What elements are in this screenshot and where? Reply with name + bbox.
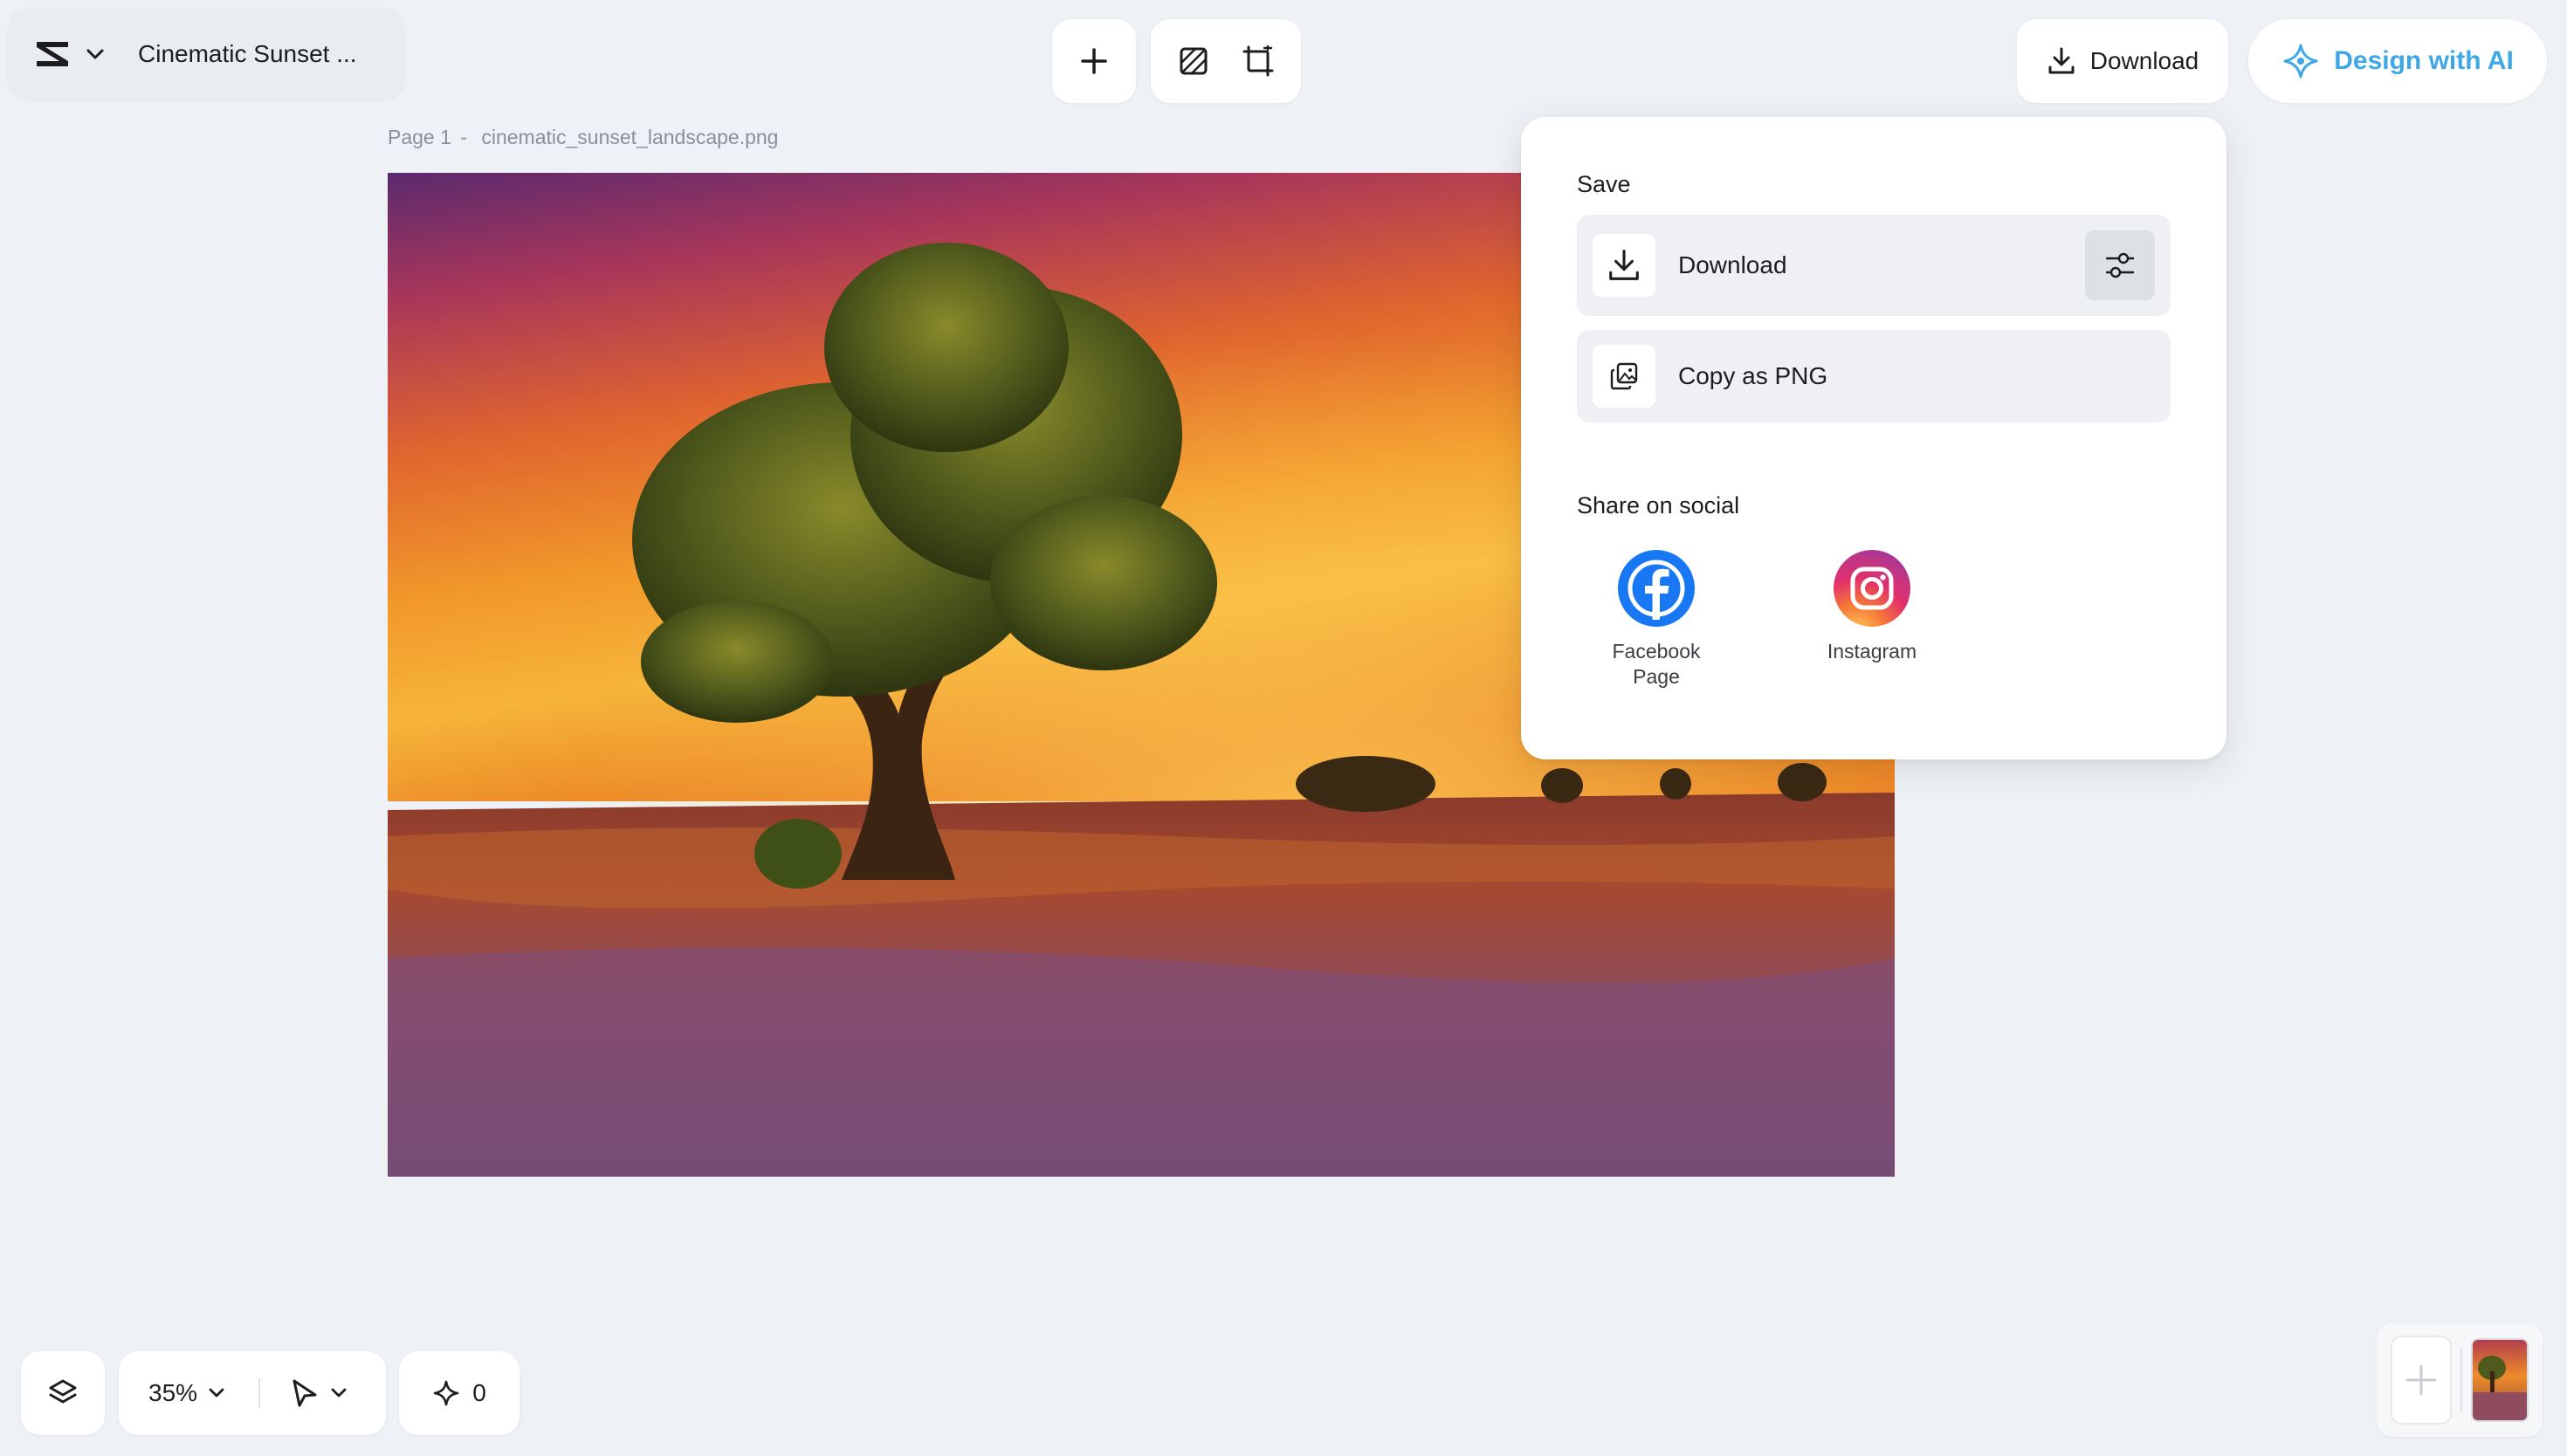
share-instagram[interactable]: Instagram: [1802, 550, 1942, 664]
copy-as-png-option[interactable]: Copy as PNG: [1577, 330, 2171, 422]
ai-credits-count: 0: [472, 1379, 486, 1406]
project-title[interactable]: Cinematic Sunset ...: [138, 40, 357, 68]
remove-background-icon[interactable]: [1178, 45, 1209, 77]
page-strip: [2377, 1323, 2543, 1437]
canvas-tools: [1151, 19, 1301, 103]
page-label: Page 1 - cinematic_sunset_landscape.png: [388, 126, 778, 149]
sparkle-icon: [432, 1379, 460, 1407]
ai-sparkle-icon: [2281, 42, 2320, 80]
zoom-and-pointer-controls: 35%: [119, 1351, 386, 1435]
layers-button[interactable]: [21, 1351, 105, 1435]
chevron-down-icon[interactable]: [86, 48, 105, 60]
facebook-page-label: Facebook Page: [1612, 640, 1701, 688]
add-page-button[interactable]: [2391, 1336, 2452, 1425]
download-option[interactable]: Download: [1577, 215, 2171, 316]
download-icon: [2047, 46, 2076, 76]
divider: [2460, 1349, 2462, 1411]
download-button-label: Download: [2089, 47, 2199, 74]
facebook-icon: [1618, 550, 1695, 627]
instagram-label: Instagram: [1827, 640, 1917, 663]
share-facebook-page[interactable]: Facebook Page: [1586, 550, 1726, 690]
copy-image-icon: [1593, 345, 1655, 408]
chevron-down-icon[interactable]: [330, 1387, 348, 1399]
zoom-level[interactable]: 35%: [148, 1379, 197, 1407]
download-icon: [1593, 234, 1655, 297]
plus-icon: [1079, 46, 1109, 76]
add-element-button[interactable]: [1052, 19, 1136, 103]
download-menu: Save Download Copy as PNG Share on socia…: [1521, 117, 2226, 759]
resize-icon[interactable]: [1242, 45, 1275, 78]
page-separator: -: [460, 126, 467, 148]
layers-icon: [47, 1377, 79, 1409]
file-name[interactable]: cinematic_sunset_landscape.png: [481, 126, 778, 148]
copy-as-png-label: Copy as PNG: [1678, 362, 1828, 389]
ai-credits-button[interactable]: 0: [399, 1351, 520, 1435]
design-with-ai-button[interactable]: Design with AI: [2248, 19, 2547, 103]
share-heading: Share on social: [1577, 492, 1740, 519]
instagram-icon: [1834, 550, 1910, 627]
chevron-down-icon[interactable]: [208, 1387, 225, 1399]
page-thumbnail[interactable]: [2471, 1338, 2529, 1422]
download-option-label: Download: [1678, 251, 1787, 278]
download-settings-icon[interactable]: [2085, 230, 2155, 300]
divider: [258, 1378, 261, 1408]
save-heading: Save: [1577, 171, 1631, 197]
download-button[interactable]: Download: [2017, 19, 2228, 103]
app-logo-icon: [33, 37, 72, 72]
page-number: Page 1: [388, 126, 451, 148]
pointer-icon[interactable]: [290, 1377, 320, 1409]
project-menu[interactable]: Cinematic Sunset ...: [7, 7, 405, 101]
design-with-ai-label: Design with AI: [2334, 46, 2514, 75]
plus-icon: [2404, 1363, 2439, 1398]
